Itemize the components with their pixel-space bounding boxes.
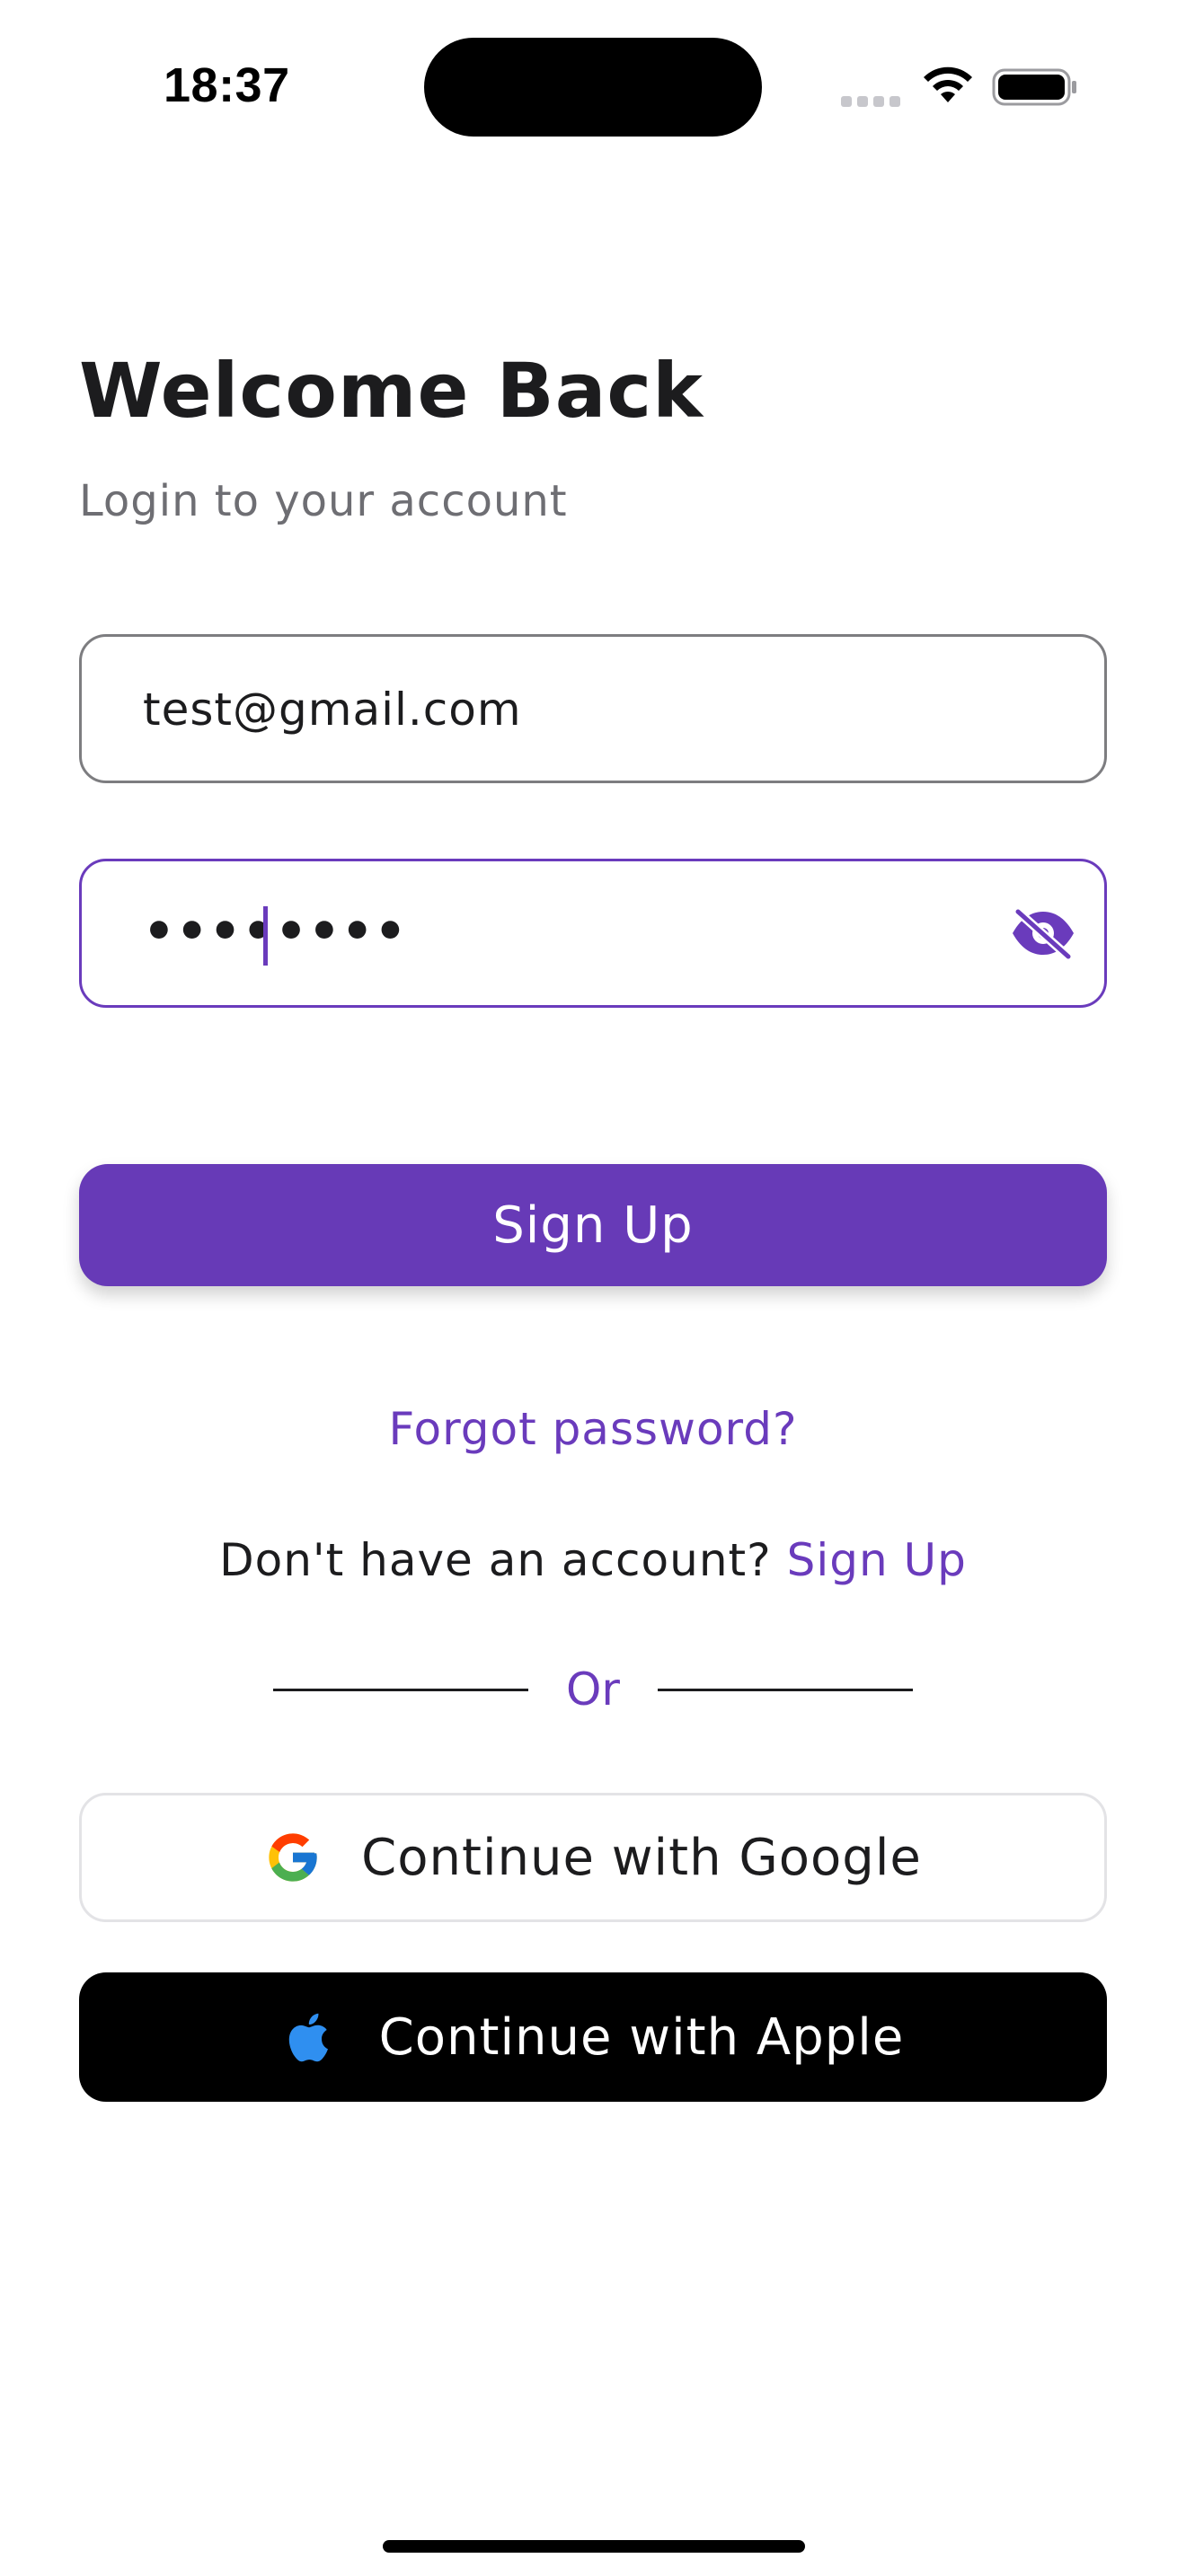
google-button-label: Continue with Google (361, 1828, 922, 1887)
google-icon (269, 1833, 317, 1882)
continue-with-apple-button[interactable]: Continue with Apple (79, 1972, 1107, 2102)
home-indicator (383, 2540, 805, 2553)
page-title: Welcome Back (79, 347, 704, 435)
divider-line-right (658, 1689, 913, 1691)
password-value: •••••••• (143, 903, 408, 961)
signal-icon (841, 93, 906, 110)
eye-off-icon[interactable] (1009, 906, 1077, 960)
dynamic-island (424, 38, 762, 137)
wifi-icon (924, 66, 972, 102)
forgot-password-link[interactable]: Forgot password? (0, 1403, 1186, 1455)
no-account-row: Don't have an account? Sign Up (0, 1534, 1186, 1586)
email-value: test@gmail.com (143, 684, 522, 736)
password-field[interactable]: •••••••• (79, 859, 1107, 1008)
divider-or: Or (566, 1663, 620, 1716)
sign-up-link[interactable]: Sign Up (787, 1534, 967, 1586)
apple-button-label: Continue with Apple (378, 2007, 905, 2067)
continue-with-google-button[interactable]: Continue with Google (79, 1793, 1107, 1922)
page-subtitle: Login to your account (79, 476, 568, 526)
status-time: 18:37 (164, 58, 290, 112)
email-field[interactable]: test@gmail.com (79, 634, 1107, 783)
sign-up-button[interactable]: Sign Up (79, 1164, 1107, 1286)
text-cursor (263, 906, 268, 966)
login-screen: 18:37 Welcome Back Login to your account… (0, 0, 1186, 2576)
apple-icon (288, 2013, 328, 2062)
no-account-text: Don't have an account? (219, 1534, 772, 1586)
battery-icon (992, 68, 1076, 106)
